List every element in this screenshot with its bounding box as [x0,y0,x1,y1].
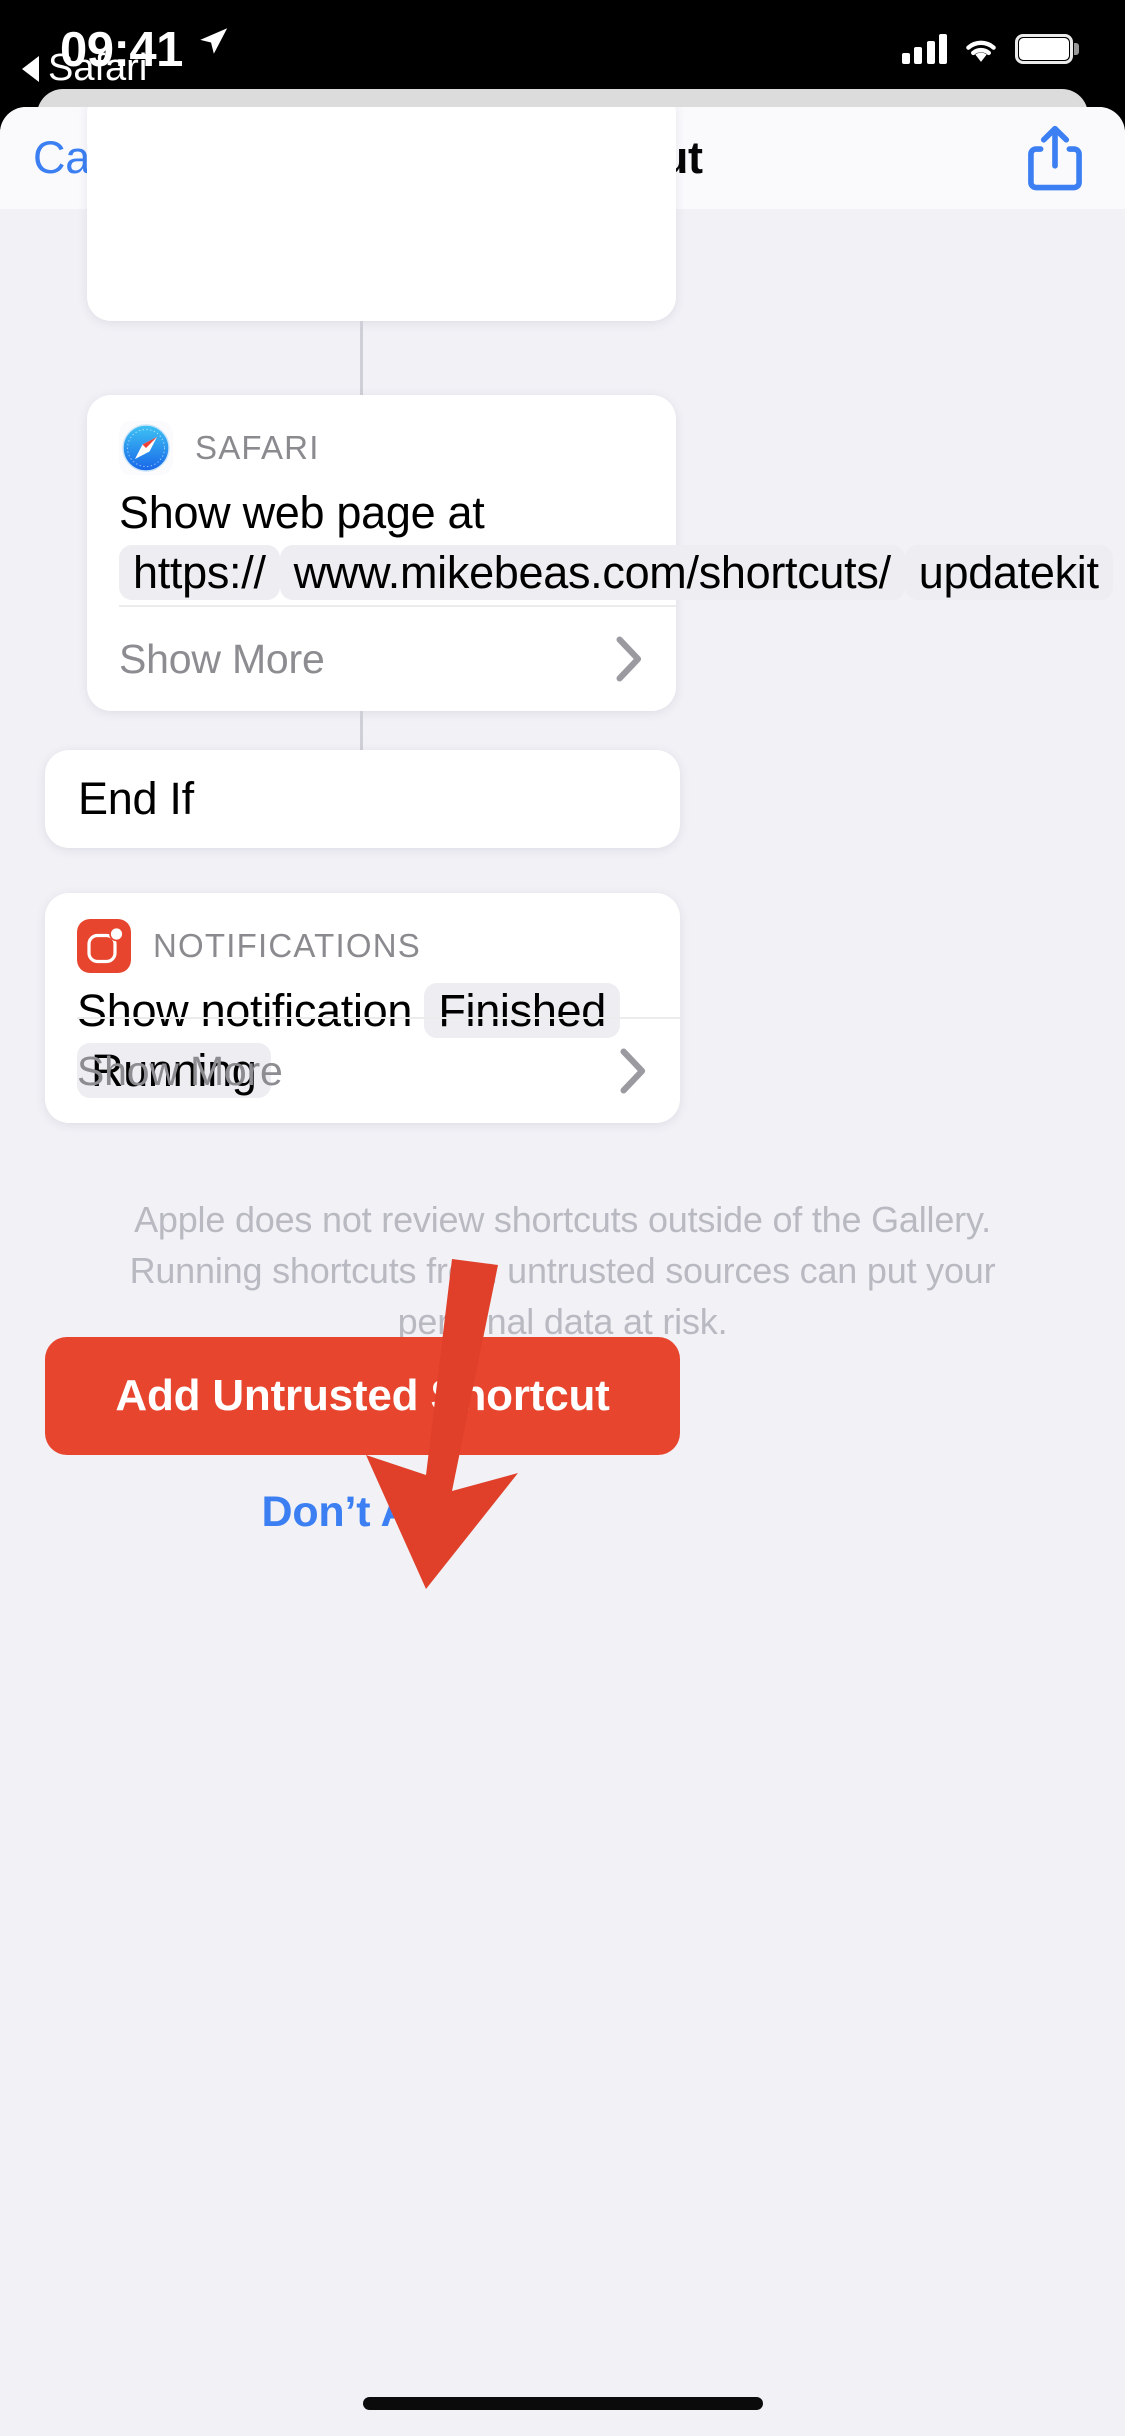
action-connector-line [360,321,363,395]
action-app-name: NOTIFICATIONS [153,927,421,964]
cellular-signal-icon [901,34,947,64]
battery-full-icon [1015,34,1079,64]
show-more-label: Show More [77,1047,283,1094]
disclaimer-line-1: Apple does not review shortcuts outside … [134,1199,991,1240]
status-bar-indicators [901,28,1079,64]
show-more-label: Show More [119,635,325,682]
chevron-right-icon [620,1048,646,1094]
end-if-label: End If [78,773,194,824]
disclaimer-line-2: Running shortcuts from untrusted sources… [129,1250,996,1292]
action-card-end-if[interactable]: End If [45,750,680,848]
back-to-safari-link[interactable]: Safari [22,47,147,90]
back-to-safari-label: Safari [48,47,148,89]
dont-add-button[interactable]: Don’t Add [0,1477,725,1547]
untrusted-shortcut-disclaimer: Apple does not review shortcuts outside … [75,1194,1050,1347]
action-token-url-path[interactable]: updatekit [904,545,1113,601]
action-text-prefix: Show web page at [119,487,485,538]
wifi-icon [966,40,996,62]
safari-compass-icon [119,421,173,475]
chevron-right-icon [616,636,642,682]
add-untrusted-shortcut-button[interactable]: Add Untrusted Shortcut [45,1337,680,1455]
show-more-row-notifications[interactable]: Show More [45,1019,680,1123]
action-app-header: NOTIFICATIONS [45,893,680,977]
shortcut-actions-scroll-area[interactable]: SAFARI Show web page at https://www.mike… [0,107,1125,2436]
action-connector-line [360,711,363,751]
action-token-url-scheme[interactable]: https:// [119,545,280,601]
location-arrow-icon [200,28,228,54]
notifications-bell-icon [77,919,131,973]
add-shortcut-sheet: Cancel Add Shortcut [0,107,1125,2436]
share-icon[interactable] [1027,125,1083,191]
status-bar: 09:41 [0,0,1125,96]
action-app-name: SAFARI [195,429,320,466]
back-triangle-icon [22,55,39,82]
show-more-row-safari[interactable]: Show More [87,607,676,711]
action-app-header: SAFARI [87,395,676,479]
home-indicator [362,2397,763,2410]
partially-scrolled-action-card[interactable] [87,107,676,321]
action-card-safari[interactable]: SAFARI Show web page at https://www.mike… [87,395,1113,711]
action-card-notifications[interactable]: NOTIFICATIONS Show notification Finished… [45,893,680,1123]
action-token-url-host[interactable]: www.mikebeas.com/shortcuts/ [279,545,905,601]
